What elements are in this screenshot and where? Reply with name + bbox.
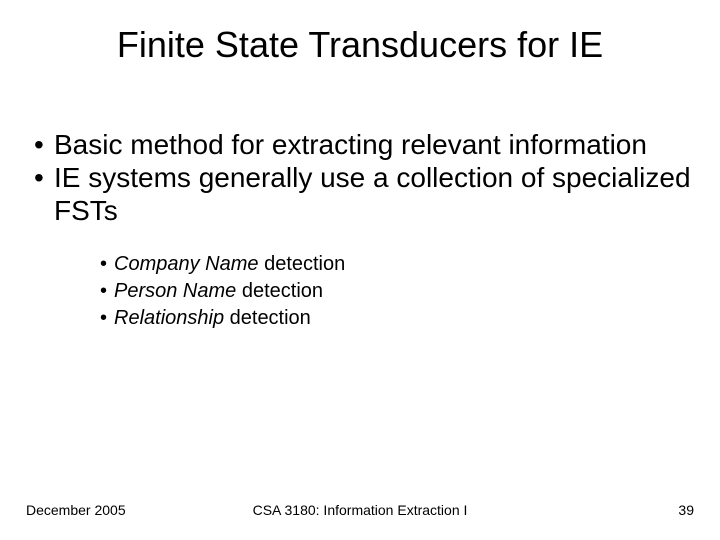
- footer-date: December 2005: [26, 502, 126, 518]
- slide-title: Finite State Transducers for IE: [0, 24, 720, 66]
- bullet-dot-icon: •: [100, 251, 114, 278]
- slide-body: •Basic method for extracting relevant in…: [26, 128, 694, 332]
- bullet-dot-icon: •: [100, 278, 114, 305]
- bullet-level2: •Relationship detection: [96, 305, 694, 332]
- sub-bullet-rest: detection: [259, 253, 346, 275]
- sub-bullet-emph: Person Name: [114, 280, 236, 302]
- sub-bullet-rest: detection: [236, 280, 323, 302]
- bullet-text: Basic method for extracting relevant inf…: [54, 129, 647, 160]
- footer-course: CSA 3180: Information Extraction I: [26, 502, 694, 518]
- sub-bullet-group: •Company Name detection •Person Name det…: [96, 251, 694, 332]
- sub-bullet-rest: detection: [224, 307, 311, 329]
- slide: Finite State Transducers for IE •Basic m…: [0, 0, 720, 540]
- bullet-level2: •Person Name detection: [96, 278, 694, 305]
- bullet-dot-icon: •: [34, 128, 54, 161]
- bullet-text: IE systems generally use a collection of…: [54, 162, 691, 226]
- bullet-level1: •Basic method for extracting relevant in…: [26, 128, 694, 161]
- slide-footer: December 2005 CSA 3180: Information Extr…: [26, 502, 694, 518]
- bullet-level1: •IE systems generally use a collection o…: [26, 161, 694, 227]
- footer-page-number: 39: [678, 502, 694, 518]
- bullet-dot-icon: •: [34, 161, 54, 194]
- bullet-level2: •Company Name detection: [96, 251, 694, 278]
- bullet-dot-icon: •: [100, 305, 114, 332]
- sub-bullet-emph: Relationship: [114, 307, 224, 329]
- sub-bullet-emph: Company Name: [114, 253, 259, 275]
